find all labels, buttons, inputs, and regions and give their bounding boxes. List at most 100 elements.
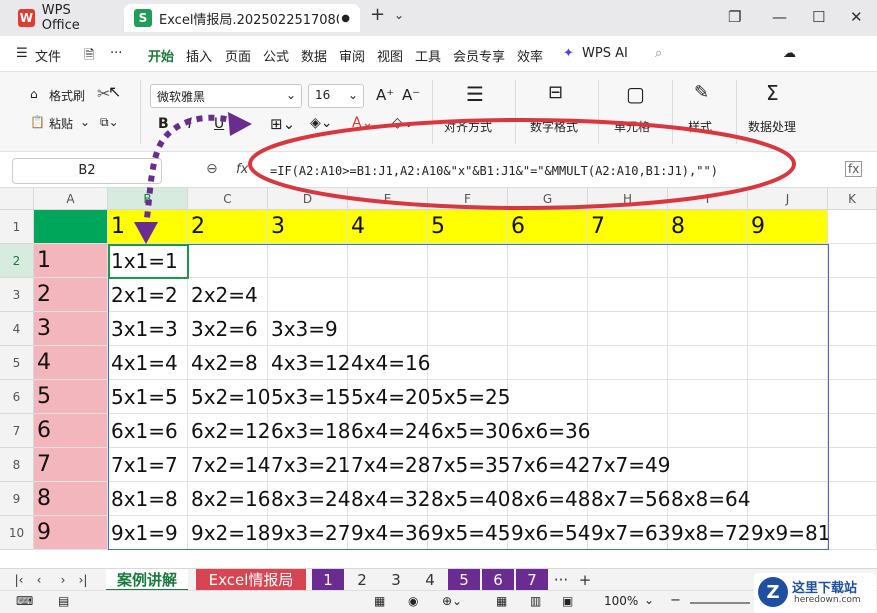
paste-dropdown-icon[interactable]: ⌄ [80, 115, 90, 129]
product-cell[interactable]: 3x3=9 [268, 312, 348, 346]
empty-cell[interactable] [428, 278, 508, 312]
product-cell[interactable]: 8x4=32 [348, 482, 431, 516]
zoom-minus-icon[interactable]: − [670, 593, 681, 608]
menu-tools[interactable]: 工具 [415, 46, 441, 65]
row-label-cell[interactable]: 8 [34, 482, 108, 516]
header-cell[interactable]: 8 [668, 210, 748, 244]
product-cell[interactable]: 9x4=36 [348, 516, 431, 550]
row-header-7[interactable]: 7 [0, 414, 34, 448]
column-header-h[interactable]: H [588, 188, 668, 210]
row-label-cell[interactable]: 9 [34, 516, 108, 550]
empty-cell[interactable] [508, 312, 588, 346]
maximize-icon[interactable]: ☐ [812, 8, 825, 26]
font-name-select[interactable]: 微软雅黑 ⌄ [150, 84, 302, 108]
column-header-f[interactable]: F [428, 188, 508, 210]
format-painter-button[interactable]: 格式刷 [49, 87, 85, 104]
product-cell[interactable]: 8x3=24 [268, 482, 351, 516]
empty-cell[interactable] [508, 380, 588, 414]
column-header-g[interactable]: G [508, 188, 588, 210]
increase-font-icon[interactable]: A⁺ [376, 86, 394, 104]
product-cell[interactable]: 9x7=63 [588, 516, 671, 550]
empty-cell[interactable] [668, 312, 748, 346]
product-cell[interactable]: 6x5=30 [428, 414, 511, 448]
menu-home[interactable]: 开始 [148, 46, 174, 65]
product-cell[interactable]: 8x6=48 [508, 482, 591, 516]
row-label-cell[interactable]: 2 [34, 278, 108, 312]
row-label-cell[interactable]: 7 [34, 448, 108, 482]
empty-cell[interactable] [748, 312, 828, 346]
empty-cell[interactable] [748, 380, 828, 414]
empty-cell[interactable] [188, 244, 268, 278]
product-cell[interactable]: 7x6=42 [508, 448, 591, 482]
cell-button[interactable]: 单元格 [614, 118, 650, 135]
product-cell[interactable]: 9x8=72 [668, 516, 751, 550]
style-button[interactable]: 样式 [688, 118, 712, 135]
sum-icon[interactable]: Σ [766, 81, 779, 105]
row-header-1[interactable]: 1 [0, 210, 34, 244]
select-all-corner[interactable] [0, 188, 34, 210]
column-header-e[interactable]: E [348, 188, 428, 210]
empty-cell[interactable] [748, 278, 828, 312]
product-cell[interactable]: 5x1=5 [108, 380, 188, 414]
header-cell[interactable]: 9 [748, 210, 828, 244]
decrease-font-icon[interactable]: A⁻ [402, 86, 420, 104]
row-label-cell[interactable]: 4 [34, 346, 108, 380]
name-box[interactable]: B2 [12, 158, 162, 184]
product-cell[interactable]: 7x7=49 [588, 448, 671, 482]
product-cell[interactable]: 9x2=18 [188, 516, 271, 550]
product-cell[interactable]: 7x2=14 [188, 448, 271, 482]
product-cell[interactable]: 3x1=3 [108, 312, 188, 346]
product-cell[interactable]: 8x8=64 [668, 482, 751, 516]
column-header-j[interactable]: J [748, 188, 828, 210]
data-process-button[interactable]: 数据处理 [748, 118, 796, 135]
expand-formula-icon[interactable]: fx [845, 161, 863, 177]
product-cell[interactable]: 7x5=35 [428, 448, 511, 482]
empty-cell[interactable] [668, 448, 748, 482]
sheet-tab-4[interactable]: 4 [414, 569, 446, 591]
product-cell[interactable]: 2x2=4 [188, 278, 268, 312]
align-icon[interactable]: ☰ [466, 82, 484, 106]
formula-input[interactable]: =IF(A2:A10>=B1:J1,A2:A10&"x"&B1:J1&"="&M… [262, 158, 832, 184]
style-icon[interactable]: ✎ [694, 82, 709, 103]
product-cell[interactable]: 8x5=40 [428, 482, 511, 516]
sheet-tab-2[interactable]: 2 [346, 569, 378, 591]
new-tab-button[interactable]: + [370, 4, 385, 25]
product-cell[interactable]: 5x3=15 [268, 380, 351, 414]
format-painter-icon[interactable]: ⌂ [30, 87, 38, 101]
close-window-icon[interactable]: ✕ [850, 8, 863, 26]
empty-cell[interactable] [508, 346, 588, 380]
column-header-b[interactable]: B [108, 188, 188, 210]
menu-file[interactable]: 文件 [35, 46, 61, 65]
zoom-formula-icon[interactable]: ⊖ [206, 161, 218, 177]
header-cell[interactable]: 4 [348, 210, 428, 244]
product-cell[interactable]: 5x5=25 [428, 380, 511, 414]
macro-icon[interactable]: ⌨ [16, 594, 33, 608]
underline-button[interactable]: U [214, 116, 224, 132]
row-header-4[interactable]: 4 [0, 312, 34, 346]
italic-button[interactable]: I [188, 116, 192, 132]
empty-cell[interactable] [828, 346, 877, 380]
empty-cell[interactable] [748, 244, 828, 278]
column-header-i[interactable]: I [668, 188, 748, 210]
menu-page[interactable]: 页面 [225, 46, 251, 65]
cell-a1[interactable] [34, 210, 108, 244]
number-format-icon[interactable]: ⊟ [548, 82, 563, 103]
last-sheet-icon[interactable]: ›| [76, 569, 90, 591]
empty-cell[interactable] [268, 244, 348, 278]
header-cell[interactable]: 7 [588, 210, 668, 244]
fx-label[interactable]: fx [236, 162, 248, 177]
empty-cell[interactable] [668, 346, 748, 380]
product-cell[interactable]: 7x4=28 [348, 448, 431, 482]
row-header-3[interactable]: 3 [0, 278, 34, 312]
save-icon[interactable]: 🗎 [84, 46, 94, 68]
empty-cell[interactable] [508, 244, 588, 278]
paste-icon[interactable]: 📋 [30, 115, 45, 129]
empty-cell[interactable] [588, 380, 668, 414]
paste-button[interactable]: 粘贴 [49, 115, 73, 132]
row-label-cell[interactable]: 5 [34, 380, 108, 414]
empty-cell[interactable] [508, 278, 588, 312]
column-header-c[interactable]: C [188, 188, 268, 210]
empty-cell[interactable] [828, 244, 877, 278]
position-icon[interactable]: ⊕⌄ [442, 594, 462, 608]
empty-cell[interactable] [748, 414, 828, 448]
